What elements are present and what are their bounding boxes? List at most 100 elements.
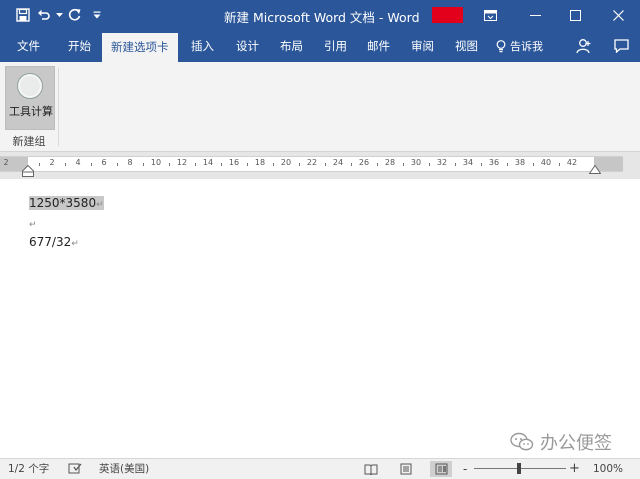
comments-button[interactable] [606, 30, 636, 62]
tab-file[interactable]: 文件 [17, 30, 40, 62]
document-line-1[interactable]: 1250*3580↵ [29, 196, 104, 210]
language-indicator[interactable]: 英语(美国) [99, 459, 149, 479]
tab-home[interactable]: 开始 [68, 30, 91, 62]
ruler-tick [143, 163, 144, 166]
tab-references[interactable]: 引用 [324, 30, 347, 62]
ruler-strip: 2 2 4 6 8 10 12 14 16 18 20 22 24 26 28 30 32 34 36 38 40 42 [0, 156, 623, 172]
redo-button[interactable] [64, 0, 86, 30]
ruler-tick [429, 163, 430, 166]
print-layout-icon [400, 463, 412, 475]
ruler-number: 42 [566, 158, 578, 167]
comment-icon [613, 39, 629, 53]
ruler-tick [39, 163, 40, 166]
ruler-number: 36 [488, 158, 500, 167]
zoom-out-button[interactable]: - [463, 459, 467, 479]
ruler-number: 32 [436, 158, 448, 167]
tab-new-tab[interactable]: 新建选项卡 [102, 33, 178, 62]
paragraph-mark: ↵ [96, 200, 104, 210]
tell-me-label: 告诉我 [510, 40, 543, 53]
tell-me-box[interactable]: 告诉我 [496, 30, 543, 62]
maximize-button[interactable] [555, 0, 595, 30]
status-bar: 1/2 个字 英语(美国) - + 100% [0, 458, 640, 479]
share-button[interactable] [569, 30, 599, 62]
ribbon-display-options-button[interactable] [470, 0, 510, 30]
ruler-tick [273, 163, 274, 166]
tab-view[interactable]: 视图 [455, 30, 478, 62]
save-icon [16, 8, 30, 22]
horizontal-ruler[interactable]: 2 2 4 6 8 10 12 14 16 18 20 22 24 26 28 30 32 34 36 38 40 42 [0, 153, 640, 179]
tab-mailings[interactable]: 邮件 [367, 30, 390, 62]
dropdown-arrow-icon [55, 12, 63, 17]
ruler-number: 6 [101, 158, 107, 167]
ruler-tick [169, 163, 170, 166]
ribbon-tab-bar: 文件 开始 新建选项卡 插入 设计 布局 引用 邮件 审阅 视图 告诉我 [0, 30, 640, 62]
tool-calc-icon [17, 73, 43, 99]
ribbon-display-icon [483, 9, 497, 21]
wechat-logo-icon [510, 432, 534, 451]
customize-qat-button[interactable] [86, 0, 108, 30]
tab-insert[interactable]: 插入 [191, 30, 214, 62]
document-line-3[interactable]: 677/32↵ [29, 235, 79, 249]
ruler-number: 2 [49, 158, 55, 167]
ruler-tick [299, 163, 300, 166]
ruler-number: 24 [332, 158, 344, 167]
ruler-tick [403, 163, 404, 166]
tab-review[interactable]: 审阅 [411, 30, 434, 62]
ruler-tick [377, 163, 378, 166]
paragraph-mark: ↵ [29, 220, 37, 230]
tab-layout[interactable]: 布局 [280, 30, 303, 62]
web-layout-button[interactable] [430, 461, 452, 477]
tool-calc-label: 工具计算 [9, 105, 53, 118]
page-word-count[interactable]: 1/2 个字 [8, 459, 49, 479]
zoom-level[interactable]: 100% [593, 459, 623, 479]
redo-icon [68, 8, 81, 21]
minimize-button[interactable] [515, 0, 555, 30]
watermark: 办公便签 [510, 429, 612, 455]
proofing-button[interactable] [68, 459, 82, 479]
window-title: 新建 Microsoft Word 文档 - Word [224, 10, 420, 25]
group-divider [58, 68, 59, 146]
title-bar: 新建 Microsoft Word 文档 - Word [0, 0, 640, 30]
close-button[interactable] [598, 0, 638, 30]
read-mode-icon [364, 464, 378, 475]
save-button[interactable] [12, 0, 34, 30]
right-indent-marker[interactable] [589, 165, 601, 174]
maximize-icon [569, 9, 581, 21]
hanging-indent-marker[interactable] [22, 165, 34, 177]
ruler-tick [221, 163, 222, 166]
undo-button[interactable] [34, 0, 54, 30]
lightbulb-icon [496, 39, 506, 52]
ruler-number: 8 [127, 158, 133, 167]
read-mode-button[interactable] [360, 461, 382, 477]
group-label: 新建组 [12, 135, 46, 148]
ruler-number: 14 [202, 158, 214, 167]
ruler-tick [91, 163, 92, 166]
ruler-number: 38 [514, 158, 526, 167]
zoom-slider-thumb[interactable] [517, 463, 521, 474]
document-page[interactable]: 1250*3580↵ ↵ 677/32↵ 办公便签 [0, 179, 640, 458]
ruler-tick [533, 163, 534, 166]
zoom-in-button[interactable]: + [569, 459, 580, 479]
selected-text: 1250*3580↵ [29, 196, 104, 210]
tool-calc-button[interactable]: 工具计算 [5, 66, 55, 130]
ruler-number: 12 [176, 158, 188, 167]
ruler-number: 30 [410, 158, 422, 167]
close-icon [612, 9, 624, 21]
ruler-number: 34 [462, 158, 474, 167]
ruler-tick [325, 163, 326, 166]
tab-design[interactable]: 设计 [236, 30, 259, 62]
print-layout-button[interactable] [395, 461, 417, 477]
undo-dropdown[interactable] [54, 0, 64, 30]
ruler-number: 28 [384, 158, 396, 167]
ruler-number: 20 [280, 158, 292, 167]
minimize-icon [529, 14, 541, 16]
ruler-tick [247, 163, 248, 166]
document-line-2[interactable]: ↵ [29, 216, 37, 230]
ruler-tick [65, 163, 66, 166]
customize-icon [93, 11, 101, 19]
ruler-tick [195, 163, 196, 166]
ruler-tick [559, 163, 560, 166]
ruler-tick [351, 163, 352, 166]
ruler-number: 40 [540, 158, 552, 167]
ruler-number: 4 [75, 158, 81, 167]
